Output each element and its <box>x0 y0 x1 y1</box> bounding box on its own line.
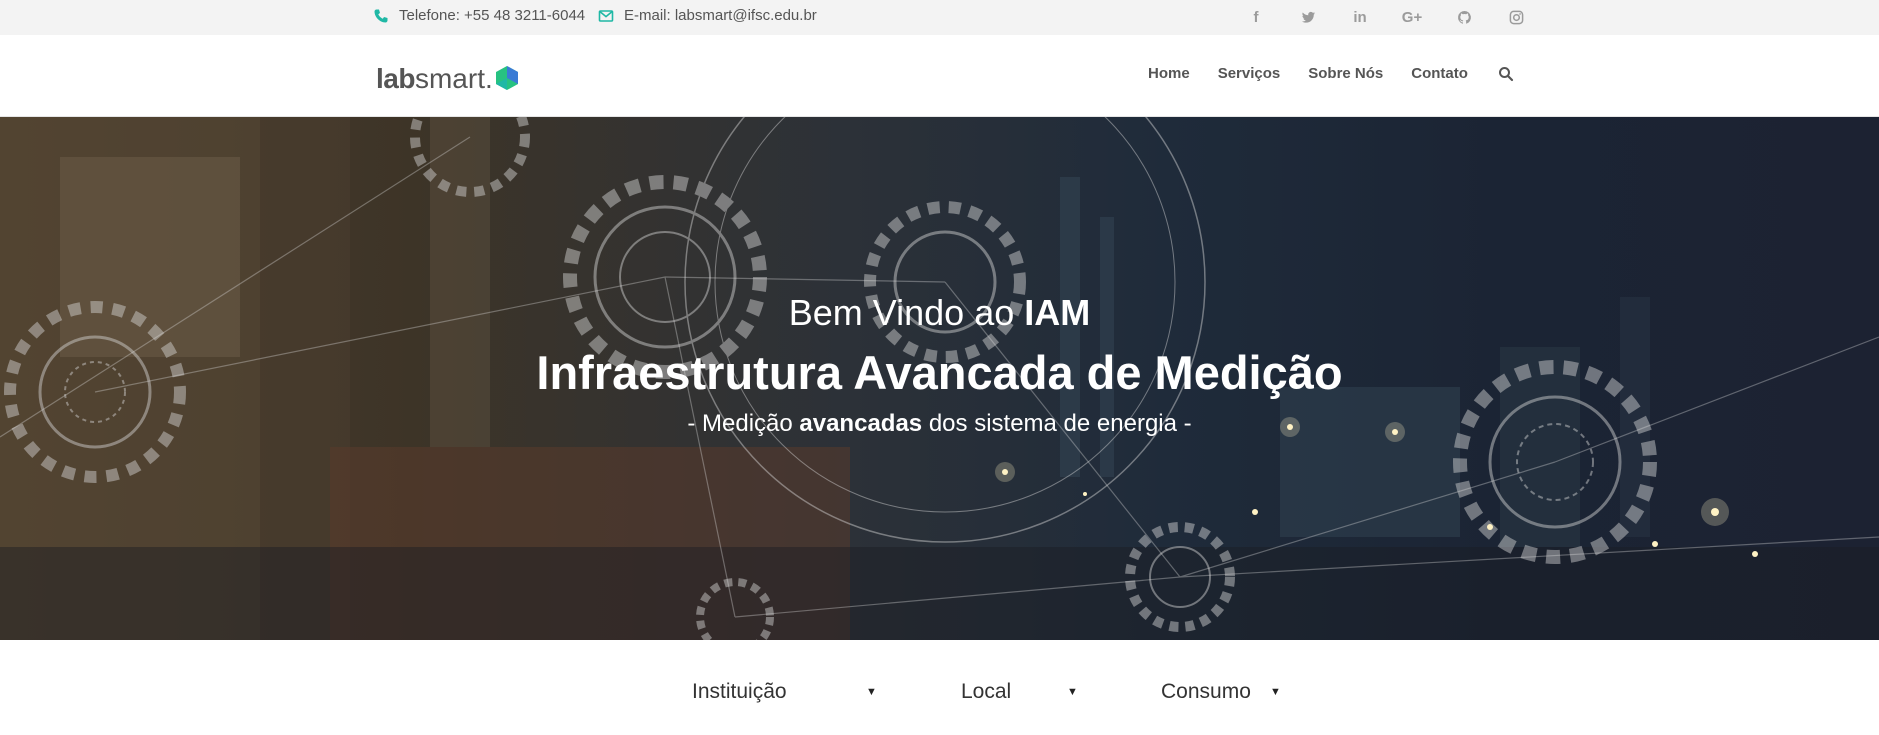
top-contact-bar: Telefone: +55 48 3211-6044 E-mail: labsm… <box>0 0 1879 35</box>
filter-bar: Instituição ▼ Local ▼ Consumo ▼ <box>0 640 1879 735</box>
social-links: f in G+ <box>1230 5 1542 29</box>
chevron-down-icon: ▼ <box>1270 686 1281 698</box>
hero-welcome: Bem Vindo ao IAM <box>0 292 1879 334</box>
envelope-icon <box>598 9 614 22</box>
nav-home[interactable]: Home <box>1148 65 1190 82</box>
hero-subtitle: - Medição avancadas dos sistema de energ… <box>0 410 1879 438</box>
instagram-icon[interactable] <box>1490 5 1542 29</box>
phone-label: Telefone: +55 48 3211-6044 <box>399 7 586 24</box>
site-header: lab smart. Home Serviços Sobre Nós Conta… <box>0 35 1879 117</box>
email-label[interactable]: E-mail: labsmart@ifsc.edu.br <box>624 7 817 24</box>
phone-icon <box>374 9 388 22</box>
hero-subtitle-suffix: dos sistema de energia - <box>922 410 1192 437</box>
logo-text: smart. <box>414 63 493 94</box>
hero-welcome-brand: IAM <box>1024 292 1091 333</box>
github-icon[interactable] <box>1438 5 1490 29</box>
hero-subtitle-prefix: - Medição <box>687 410 800 437</box>
nav-sobre-nos[interactable]: Sobre Nós <box>1308 65 1383 82</box>
chevron-down-icon: ▼ <box>1067 686 1078 698</box>
linkedin-icon[interactable]: in <box>1334 5 1386 29</box>
main-nav: Home Serviços Sobre Nós Contato <box>1148 65 1514 82</box>
consumo-select[interactable]: Consumo ▼ <box>1161 680 1281 704</box>
local-select[interactable]: Local ▼ <box>961 680 1078 704</box>
consumo-select-label: Consumo <box>1161 680 1251 703</box>
nav-servicos[interactable]: Serviços <box>1218 65 1281 82</box>
email-contact[interactable]: E-mail: labsmart@ifsc.edu.br <box>598 7 817 24</box>
facebook-icon[interactable]: f <box>1230 5 1282 29</box>
search-icon[interactable] <box>1498 66 1514 82</box>
logo-text-bold: lab <box>376 63 415 94</box>
phone-contact: Telefone: +55 48 3211-6044 <box>373 7 585 24</box>
google-plus-icon[interactable]: G+ <box>1386 5 1438 29</box>
hexagon-logo-icon <box>495 66 518 90</box>
local-select-label: Local <box>961 680 1012 703</box>
hero-banner: Bem Vindo ao IAM Infraestrutura Avancada… <box>0 117 1879 640</box>
twitter-icon[interactable] <box>1282 5 1334 29</box>
chevron-down-icon: ▼ <box>866 686 877 698</box>
hero-welcome-prefix: Bem Vindo ao <box>788 292 1025 333</box>
nav-contato[interactable]: Contato <box>1411 65 1468 82</box>
hero-title: Infraestrutura Avancada de Medição <box>536 346 1343 399</box>
labsmart-logo[interactable]: lab smart. <box>376 59 520 93</box>
instituicao-select[interactable]: Instituição ▼ <box>692 680 880 704</box>
hero-subtitle-bold: avancadas <box>799 410 923 437</box>
instituicao-select-label: Instituição <box>692 680 787 703</box>
